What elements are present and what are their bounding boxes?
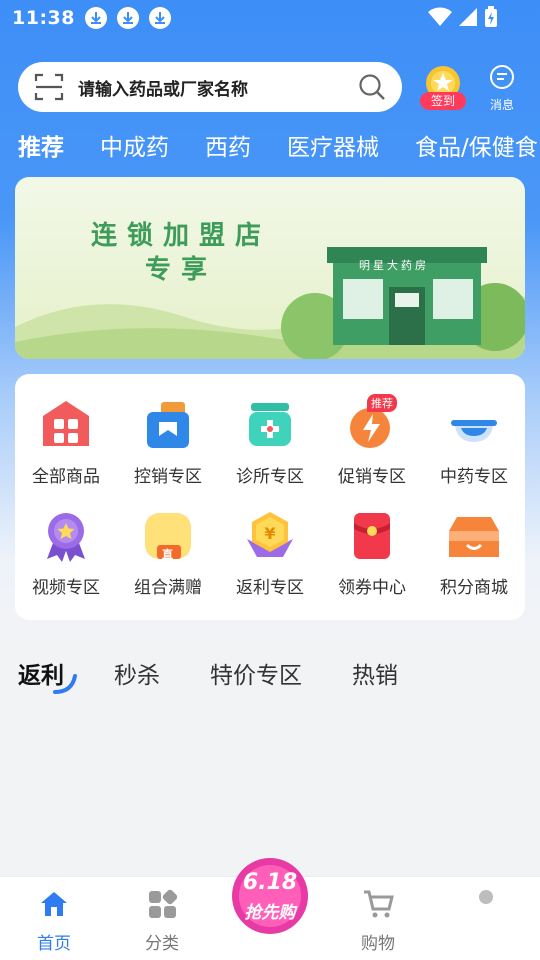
banner-title: 连锁加盟店 专享 — [61, 219, 301, 287]
status-bar: 11:38 — [0, 0, 540, 36]
grid-item-video[interactable]: 视频专区 — [15, 509, 117, 598]
wifi-icon — [428, 7, 452, 26]
chinese-medicine-bowl-icon — [451, 420, 497, 442]
grid-label: 控销专区 — [134, 467, 202, 487]
video-medal-icon — [47, 513, 85, 562]
recommend-badge: 推荐 — [367, 394, 397, 412]
svg-text:¥: ¥ — [264, 524, 275, 543]
search-bar[interactable]: 请输入药品或厂家名称 — [18, 62, 402, 112]
checkin-label: 签到 — [420, 92, 466, 110]
tab-recommend[interactable]: 推荐 — [18, 128, 64, 162]
nav-cart-label: 购物 — [361, 934, 395, 954]
grid-label: 返利专区 — [236, 578, 304, 598]
combo-gift-icon-wrapper: 直 — [141, 509, 195, 563]
signal-icon — [459, 8, 477, 26]
grid-label: 中药专区 — [440, 467, 508, 487]
grid-item-combo-gift[interactable]: 直 组合满赠 — [117, 509, 219, 598]
category-tabs: 推荐 中成药 西药 医疗器械 食品/保健食 — [18, 128, 540, 162]
nav-home[interactable]: 首页 — [14, 889, 94, 954]
tab-hot-sales[interactable]: 热销 — [352, 656, 398, 690]
tab-special-price[interactable]: 特价专区 — [210, 656, 302, 690]
rebate-yen-icon: ¥ — [247, 512, 293, 557]
product-list-area — [0, 704, 540, 876]
grid-label: 积分商城 — [440, 578, 508, 598]
promo-618-line1: 6.18 — [242, 870, 298, 895]
message-label: 消息 — [489, 98, 514, 112]
clinic-icon — [249, 403, 291, 446]
feature-grid-panel: 全部商品 控销专区 诊所专区 推荐 促销专区 中药专区 视频专区 直 组合满赠 … — [15, 374, 525, 620]
status-time: 11:38 — [12, 7, 75, 29]
nav-home-label: 首页 — [37, 934, 71, 954]
nav-profile[interactable] — [446, 889, 526, 929]
nav-category-label: 分类 — [145, 934, 179, 954]
promo-burst-icon — [232, 858, 308, 934]
grid-label: 组合满赠 — [134, 578, 202, 598]
scan-icon[interactable] — [34, 72, 64, 102]
home-icon — [41, 892, 67, 916]
tab-medical-devices[interactable]: 医疗器械 — [287, 128, 379, 162]
download-icon — [116, 7, 139, 29]
tab-food-health[interactable]: 食品/保健食 — [415, 128, 538, 162]
grid-label: 视频专区 — [32, 578, 100, 598]
grid-label: 促销专区 — [338, 467, 406, 487]
grid-item-all-goods[interactable]: 全部商品 — [15, 398, 117, 487]
checkin-button[interactable]: 签到 — [420, 64, 466, 110]
grid-item-rebate[interactable]: ¥ 返利专区 — [219, 509, 321, 598]
all-goods-icon — [43, 401, 89, 446]
active-tab-indicator — [53, 674, 77, 694]
tab-flash-sale[interactable]: 秒杀 — [114, 656, 160, 690]
grid-item-chinese-medicine[interactable]: 中药专区 — [423, 398, 525, 487]
promo-618-line2: 抢先购 — [244, 903, 296, 923]
message-button[interactable]: 消息 — [482, 64, 522, 113]
profile-icon — [479, 890, 493, 904]
promotion-icon-wrapper: 推荐 — [345, 394, 399, 452]
message-icon — [490, 65, 514, 89]
nav-category[interactable]: 分类 — [122, 889, 202, 954]
controlled-sales-icon — [147, 402, 189, 448]
store-sign: 明星大药房 — [359, 259, 429, 272]
combo-gift-badge: 直 — [162, 548, 173, 561]
cart-icon — [364, 890, 394, 918]
promo-banner[interactable]: 连锁加盟店 专享 明星大药房 — [15, 177, 525, 359]
download-icon — [148, 7, 171, 29]
grid-item-controlled-sales[interactable]: 控销专区 — [117, 398, 219, 487]
grid-label: 诊所专区 — [236, 467, 304, 487]
grid-label: 全部商品 — [32, 467, 100, 487]
search-icon[interactable] — [358, 73, 386, 101]
banner-title-line2: 专享 — [144, 255, 217, 285]
grid-item-promotion[interactable]: 推荐 促销专区 — [321, 394, 423, 487]
grid-item-clinic[interactable]: 诊所专区 — [219, 398, 321, 487]
tab-rebate[interactable]: 返利 — [18, 656, 77, 694]
tab-western-medicine[interactable]: 西药 — [205, 128, 251, 162]
category-icon — [149, 889, 178, 918]
download-icon — [84, 7, 107, 29]
points-shop-icon — [449, 517, 499, 557]
promo-618-badge[interactable]: 6.18 抢先购 — [228, 854, 312, 938]
section-tabs: 返利 秒杀 特价专区 热销 — [18, 656, 448, 694]
tab-chinese-patent-medicine[interactable]: 中成药 — [100, 128, 169, 162]
grid-item-points-shop[interactable]: 积分商城 — [423, 509, 525, 598]
coupon-envelope-icon — [354, 513, 390, 559]
grid-item-coupon-center[interactable]: 领券中心 — [321, 509, 423, 598]
grid-label: 领券中心 — [338, 578, 406, 598]
banner-title-line1: 连锁加盟店 — [90, 221, 271, 251]
battery-icon — [485, 6, 497, 27]
search-input[interactable]: 请输入药品或厂家名称 — [78, 75, 358, 100]
nav-cart[interactable]: 购物 — [338, 889, 418, 954]
